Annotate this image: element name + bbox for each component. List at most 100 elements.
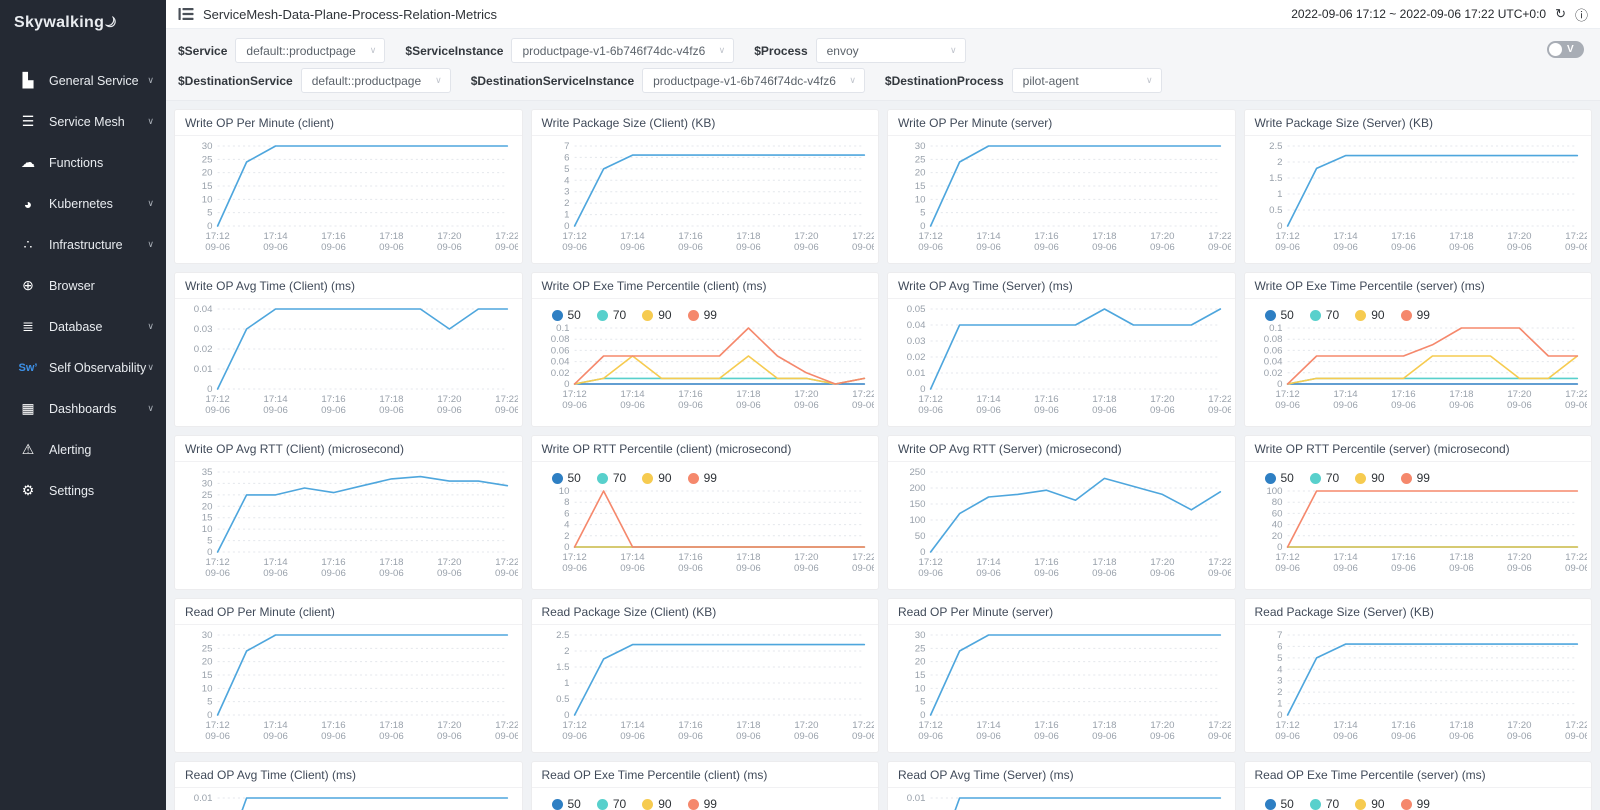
- legend-item-50[interactable]: 50: [1265, 471, 1294, 485]
- legend-item-99[interactable]: 99: [1401, 308, 1430, 322]
- sidebar-item-database[interactable]: ≣ Database ∨: [0, 306, 166, 347]
- legend-label: 90: [1371, 308, 1384, 322]
- metric-panel: Read OP Avg Time (Server) (ms) 00.0117:1…: [887, 761, 1236, 810]
- svg-text:17:22: 17:22: [495, 394, 517, 405]
- svg-text:17:12: 17:12: [1275, 389, 1299, 400]
- legend-item-50[interactable]: 50: [552, 471, 581, 485]
- legend-item-90[interactable]: 90: [642, 308, 671, 322]
- svg-text:17:22: 17:22: [1208, 231, 1230, 242]
- svg-text:09-06: 09-06: [437, 731, 462, 742]
- dashboard-outline-icon[interactable]: [178, 7, 194, 21]
- metric-panel-title: Write OP Avg Time (Server) (ms): [888, 273, 1235, 299]
- legend-item-50[interactable]: 50: [552, 797, 581, 810]
- svg-text:17:16: 17:16: [1391, 231, 1415, 242]
- legend-item-70[interactable]: 70: [1310, 308, 1339, 322]
- sidebar-item-general-service[interactable]: ▙ General Service ∨: [0, 60, 166, 101]
- filter-select[interactable]: envoy ∨: [816, 38, 966, 63]
- time-range[interactable]: 2022-09-06 17:12 ~ 2022-09-06 17:22 UTC+…: [1291, 7, 1546, 21]
- svg-text:17:20: 17:20: [794, 231, 818, 242]
- svg-text:5: 5: [1277, 653, 1282, 664]
- metric-panel-body: 0123456717:1209-0617:1409-0617:1609-0617…: [1245, 625, 1592, 752]
- filter-select[interactable]: default::productpage ∨: [235, 38, 385, 63]
- line-chart: 00.0117:1209-0617:1409-0617:1609-0617:18…: [179, 790, 518, 810]
- metric-panel-body: 05101520253017:1209-0617:1409-0617:1609-…: [175, 136, 522, 263]
- svg-text:0.03: 0.03: [907, 336, 926, 347]
- svg-text:09-06: 09-06: [1275, 563, 1300, 574]
- legend-item-70[interactable]: 70: [597, 797, 626, 810]
- chevron-down-icon: ∨: [719, 45, 726, 56]
- info-icon[interactable]: ⓘ: [1575, 5, 1588, 24]
- legend-item-70[interactable]: 70: [597, 308, 626, 322]
- svg-text:17:22: 17:22: [1565, 720, 1587, 731]
- sidebar-item-dashboards[interactable]: ▦ Dashboards ∨: [0, 388, 166, 429]
- metric-panel-title: Read OP Avg Time (Client) (ms): [175, 762, 522, 788]
- metric-panel: Write OP Avg RTT (Server) (microsecond) …: [887, 435, 1236, 590]
- chevron-down-icon: ∨: [147, 116, 154, 127]
- line-chart: 0510152025303517:1209-0617:1409-0617:160…: [179, 464, 518, 582]
- svg-text:09-06: 09-06: [736, 731, 761, 742]
- sidebar-item-infrastructure[interactable]: ∴ Infrastructure ∨: [0, 224, 166, 265]
- metric-panel-title: Write Package Size (Server) (KB): [1245, 110, 1592, 136]
- legend-item-99[interactable]: 99: [688, 471, 717, 485]
- legend-item-90[interactable]: 90: [1355, 797, 1384, 810]
- legend-item-90[interactable]: 90: [1355, 308, 1384, 322]
- legend-item-70[interactable]: 70: [1310, 471, 1339, 485]
- svg-text:09-06: 09-06: [678, 242, 703, 253]
- sidebar-item-alerting[interactable]: ⚠ Alerting ∨: [0, 429, 166, 470]
- svg-text:25: 25: [915, 643, 926, 654]
- legend-item-90[interactable]: 90: [642, 471, 671, 485]
- filter-label: $DestinationServiceInstance: [471, 74, 634, 88]
- svg-text:0.01: 0.01: [907, 368, 926, 379]
- sidebar-item-browser[interactable]: ⊕ Browser ∨: [0, 265, 166, 306]
- svg-text:17:18: 17:18: [379, 394, 403, 405]
- legend-item-50[interactable]: 50: [552, 308, 581, 322]
- svg-text:17:14: 17:14: [977, 557, 1002, 568]
- svg-text:09-06: 09-06: [852, 242, 874, 253]
- legend-item-70[interactable]: 70: [1310, 797, 1339, 810]
- sidebar-item-service-mesh[interactable]: ☰ Service Mesh ∨: [0, 101, 166, 142]
- svg-text:09-06: 09-06: [495, 568, 517, 579]
- filter-select[interactable]: default::productpage ∨: [301, 68, 451, 93]
- svg-text:17:16: 17:16: [678, 231, 702, 242]
- sidebar-item-functions[interactable]: ☁ Functions ∨: [0, 142, 166, 183]
- sidebar-item-self-observability[interactable]: Sw’ Self Observability ∨: [0, 347, 166, 388]
- line-chart: 00.0117:1209-0617:1409-0617:1609-0617:18…: [892, 790, 1231, 810]
- dashboards-icon: ▦: [18, 400, 38, 417]
- metric-panel-title: Read OP Per Minute (client): [175, 599, 522, 625]
- svg-text:09-06: 09-06: [1208, 731, 1230, 742]
- svg-text:17:12: 17:12: [1275, 552, 1299, 563]
- chart-legend: 50 70 90 99: [1249, 790, 1588, 810]
- app-logo[interactable]: Skywalking☽: [0, 0, 166, 44]
- svg-text:0.01: 0.01: [194, 793, 213, 804]
- refresh-icon[interactable]: ↻: [1555, 6, 1566, 22]
- sidebar-item-label: Browser: [49, 279, 147, 293]
- svg-text:09-06: 09-06: [562, 400, 587, 411]
- svg-text:15: 15: [202, 670, 213, 681]
- legend-item-50[interactable]: 50: [1265, 797, 1294, 810]
- svg-text:09-06: 09-06: [1034, 731, 1059, 742]
- filter-select[interactable]: productpage-v1-6b746f74dc-v4fz6 ∨: [511, 38, 734, 63]
- database-icon: ≣: [18, 318, 38, 335]
- legend-item-90[interactable]: 90: [1355, 471, 1384, 485]
- legend-item-99[interactable]: 99: [1401, 471, 1430, 485]
- svg-text:60: 60: [1271, 508, 1282, 519]
- view-toggle[interactable]: V: [1547, 41, 1584, 58]
- legend-item-90[interactable]: 90: [642, 797, 671, 810]
- filter-select[interactable]: productpage-v1-6b746f74dc-v4fz6 ∨: [642, 68, 865, 93]
- svg-text:17:22: 17:22: [1565, 231, 1587, 242]
- legend-item-50[interactable]: 50: [1265, 308, 1294, 322]
- legend-item-99[interactable]: 99: [688, 308, 717, 322]
- svg-text:0.08: 0.08: [1263, 334, 1282, 345]
- line-chart: 0123456717:1209-0617:1409-0617:1609-0617…: [1249, 627, 1588, 745]
- infrastructure-icon: ∴: [18, 236, 38, 253]
- sidebar-item-kubernetes[interactable]: ◕ Kubernetes ∨: [0, 183, 166, 224]
- sidebar-item-settings[interactable]: ⚙ Settings ∨: [0, 470, 166, 511]
- svg-text:09-06: 09-06: [495, 405, 517, 416]
- svg-text:09-06: 09-06: [678, 400, 703, 411]
- filter-select[interactable]: pilot-agent ∨: [1012, 68, 1162, 93]
- legend-item-99[interactable]: 99: [688, 797, 717, 810]
- svg-text:10: 10: [202, 524, 213, 535]
- legend-item-70[interactable]: 70: [597, 471, 626, 485]
- legend-item-99[interactable]: 99: [1401, 797, 1430, 810]
- svg-text:5: 5: [207, 697, 212, 708]
